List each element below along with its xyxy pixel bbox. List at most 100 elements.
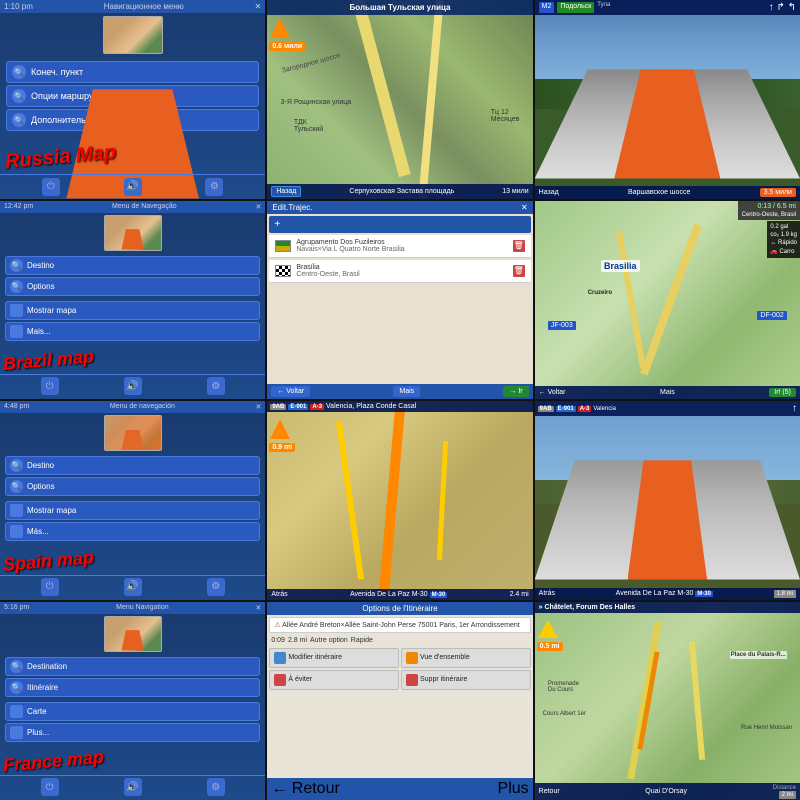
russia-dist-label: 0.6 мили — [269, 42, 305, 51]
brazil-route-close: ✕ — [521, 203, 528, 212]
france-carte-icon — [10, 705, 23, 718]
spain-hw-9ab: 9AB — [538, 406, 554, 412]
france-plus-btn[interactable]: Plus — [498, 780, 529, 798]
brazil-stat2: co₂ 1.9 kg — [770, 231, 797, 239]
brazil-map-more[interactable]: Mais — [660, 389, 675, 396]
brazil-map-go[interactable]: Ir! (5) — [769, 388, 796, 397]
brazil-stat3: ↔ Rápido — [770, 239, 797, 247]
brazil-route-list: Edit.Trajec. ✕ + Agrupamento Dos Fuzilei… — [267, 201, 532, 400]
brazil-route-del-1[interactable]: 🗑 — [513, 240, 525, 252]
france-menu-destination[interactable]: 🔍 Destination — [5, 657, 260, 676]
speaker-icon[interactable]: 🔊 — [124, 178, 142, 196]
spain-power-icon[interactable]: ⏻ — [41, 578, 59, 596]
russia-hw-back[interactable]: Назад — [539, 189, 559, 196]
france-top-label: » Châtelet, Forum Des Halles — [539, 604, 635, 611]
france-dist-label: 0.5 mi — [537, 642, 563, 651]
brazil-speaker-icon[interactable]: 🔊 — [124, 377, 142, 395]
brazil-cruzeiro: Cruzeiro — [588, 290, 612, 296]
france-moissan: Rue Henri Moissan — [741, 725, 792, 731]
spain-map-nav: 0.9 mi 9AB E-901 A-3 Valencia, Plaza Con… — [267, 401, 532, 600]
russia-menu-destination[interactable]: 🔍 Конеч. пункт — [6, 61, 259, 83]
spain-hw-back[interactable]: Atrás — [539, 590, 555, 597]
france-speaker-icon[interactable]: 🔊 — [124, 778, 142, 796]
france-map-back[interactable]: Retour — [539, 788, 560, 795]
spain-hw-arrow: ↑ — [792, 403, 797, 414]
brazil-route-header: Edit.Trajec. ✕ — [267, 201, 532, 214]
spain-m30: M-30 — [430, 592, 448, 598]
route-icon: 🔍 — [12, 89, 26, 103]
france-map-topbar: » Châtelet, Forum Des Halles — [535, 602, 800, 613]
spain-menu-map[interactable]: Mostrar mapa — [5, 501, 260, 520]
france-menu-plus[interactable]: Plus... — [5, 723, 260, 742]
brazil-menu-mais[interactable]: Mais... — [5, 322, 260, 341]
spain-menu-options[interactable]: 🔍 Options — [5, 477, 260, 496]
france-overview-btn[interactable]: Vue d'ensemble — [401, 648, 531, 668]
russia-top-bar: Большая Тульская улица — [267, 0, 532, 15]
france-power-icon[interactable]: ⏻ — [41, 778, 59, 796]
spain-watermark: Spain map — [2, 547, 95, 576]
spain-nav-arrow — [270, 419, 290, 439]
france-modify-btn[interactable]: Modifier itinéraire — [269, 648, 399, 668]
france-retour-btn[interactable]: ← Retour — [271, 780, 339, 798]
france-options-bottombar: ← Retour Plus — [267, 778, 532, 800]
france-delete-btn[interactable]: Suppr itinéraire — [401, 670, 531, 690]
brazil-menu-options[interactable]: 🔍 Options — [5, 277, 260, 296]
russia-back-btn[interactable]: Назад — [271, 186, 301, 197]
brazil-route-item-1[interactable]: Agrupamento Dos Fuzileiros Navais×Via L … — [269, 235, 530, 258]
brazil-header: 12:42 pm Menu de Navegação ✕ — [0, 201, 265, 213]
spain-back[interactable]: Atrás — [271, 591, 287, 598]
france-delete-icon — [406, 674, 418, 686]
brazil-thumb-road — [121, 229, 143, 249]
brazil-close: ✕ — [255, 203, 261, 211]
france-map-view: Place du Palais-R... PromenadeDu Cours C… — [535, 602, 800, 800]
brazil-watermark: Brazil map — [2, 346, 95, 375]
brazil-stat1: 0.2 gal — [770, 223, 797, 231]
spain-mas-label: Más... — [27, 527, 49, 536]
spain-thumb-overlay — [105, 416, 161, 450]
brazil-more-btn[interactable]: Mais — [393, 386, 420, 397]
france-overview-label: Vue d'ensemble — [420, 654, 470, 661]
spain-header: 4:48 pm Menu de navegación ✕ — [0, 401, 265, 413]
brazil-bottom-icons: ⏻ 🔊 ⚙ — [0, 374, 265, 397]
france-plus-icon — [10, 726, 23, 739]
france-watermark: France map — [2, 747, 104, 777]
brazil-map-icon — [10, 304, 23, 317]
brazil-menu-destino[interactable]: 🔍 Destino — [5, 256, 260, 275]
brazil-map-view: Brasilia Cruzeiro DF-002 JF-003 0:13 / 6… — [535, 201, 800, 400]
brazil-options-label: Options — [27, 282, 55, 291]
spain-map-label: Mostrar mapa — [27, 506, 76, 515]
spain-street: Avenida De La Paz M-30 M-30 — [350, 591, 447, 598]
brazil-route-item-2[interactable]: Brasília Centro-Oeste, Brasil 🗑 — [269, 260, 530, 283]
spain-settings-icon[interactable]: ⚙ — [207, 578, 225, 596]
brazil-menu-map[interactable]: Mostrar mapa — [5, 301, 260, 320]
france-menu-itin[interactable]: 🔍 Itinéraire — [5, 678, 260, 697]
spain-bottom-bar: Atrás Avenida De La Paz M-30 M-30 2.4 mi — [267, 589, 532, 600]
france-options-grid: Modifier itinéraire Vue d'ensemble À évi… — [269, 648, 530, 690]
brazil-map-back[interactable]: ← Voltar — [539, 389, 566, 396]
spain-time: 4:48 pm — [4, 403, 29, 411]
france-menu-carte[interactable]: Carte — [5, 702, 260, 721]
brazil-add-btn[interactable]: + — [269, 216, 530, 233]
brazil-map-bottombar: ← Voltar Mais Ir! (5) — [535, 386, 800, 399]
spain-menu-mas[interactable]: Más... — [5, 522, 260, 541]
russia-hw-dist: 3.5 мили — [760, 188, 796, 197]
france-avoid-btn[interactable]: À éviter — [269, 670, 399, 690]
spain-destino-label: Destino — [27, 461, 54, 470]
power-icon[interactable]: ⏻ — [42, 178, 60, 196]
brazil-dest-icon: 🔍 — [10, 259, 23, 272]
russia-bottom-bar: Назад Серпуховская Застава площадь 13 ми… — [267, 184, 532, 199]
brazil-settings-icon[interactable]: ⚙ — [207, 377, 225, 395]
brazil-power-icon[interactable]: ⏻ — [41, 377, 59, 395]
brazil-back-btn[interactable]: ← Voltar — [271, 386, 310, 397]
spain-menu-destino[interactable]: 🔍 Destino — [5, 456, 260, 475]
spain-speaker-icon[interactable]: 🔊 — [124, 578, 142, 596]
france-modify-icon — [274, 652, 286, 664]
russia-months: Тц 12Месяцев — [491, 109, 520, 123]
brazil-route-del-2[interactable]: 🗑 — [513, 265, 525, 277]
settings-icon[interactable]: ⚙ — [205, 178, 223, 196]
france-cours-albert: Cours Albert 1er — [543, 711, 586, 717]
brazil-mais-label: Mais... — [27, 327, 51, 336]
spain-hw-dist: 1.8 mi — [774, 590, 796, 598]
brazil-go-btn[interactable]: → Ir — [503, 386, 528, 397]
france-settings-icon[interactable]: ⚙ — [207, 778, 225, 796]
